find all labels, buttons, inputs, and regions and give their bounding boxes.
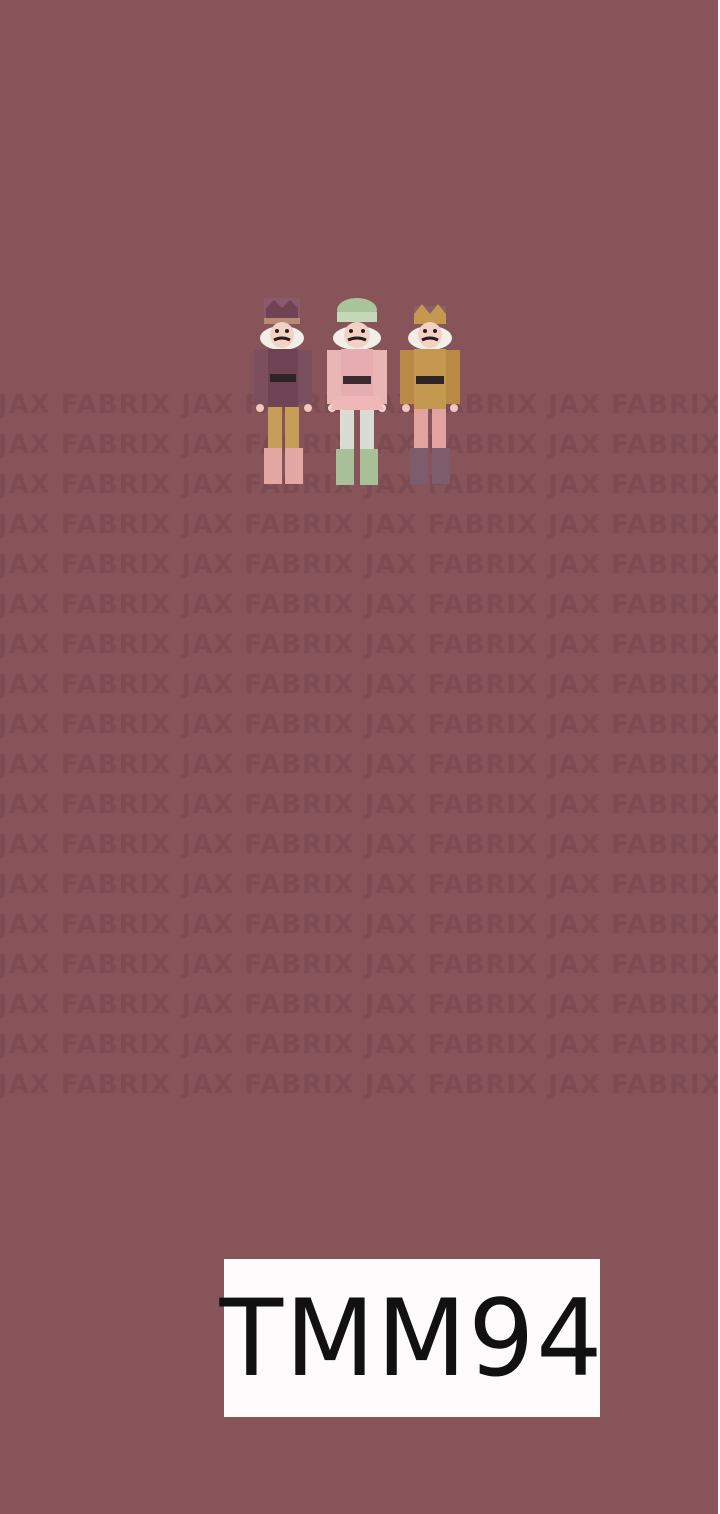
watermark-text: JAX FABRIX JAX FABRIX JAX FABRIX JAX FAB… — [0, 1070, 720, 1100]
watermark-text: JAX FABRIX JAX FABRIX JAX FABRIX JAX FAB… — [0, 670, 720, 700]
pattern-code-label: TMM94 — [219, 1259, 605, 1417]
watermark-text: JAX FABRIX JAX FABRIX JAX FABRIX JAX FAB… — [0, 630, 720, 660]
watermark-pattern: JAX FABRIX JAX FABRIX JAX FABRIX JAX FAB… — [0, 392, 720, 1112]
watermark-text: JAX FABRIX JAX FABRIX JAX FABRIX JAX FAB… — [0, 550, 720, 580]
watermark-text: JAX FABRIX JAX FABRIX JAX FABRIX JAX FAB… — [0, 910, 720, 940]
watermark-text: JAX FABRIX JAX FABRIX JAX FABRIX JAX FAB… — [0, 750, 720, 780]
watermark-text: JAX FABRIX JAX FABRIX JAX FABRIX JAX FAB… — [0, 510, 720, 540]
watermark-text: JAX FABRIX JAX FABRIX JAX FABRIX JAX FAB… — [0, 1030, 720, 1060]
watermark-text: JAX FABRIX JAX FABRIX JAX FABRIX JAX FAB… — [0, 870, 720, 900]
plum-nutcracker — [254, 298, 312, 484]
nutcrackers-illustration — [254, 298, 460, 485]
fabric-panel: JAX FABRIX JAX FABRIX JAX FABRIX JAX FAB… — [0, 0, 720, 1514]
watermark-text: JAX FABRIX JAX FABRIX JAX FABRIX JAX FAB… — [0, 990, 720, 1020]
watermark-text: JAX FABRIX JAX FABRIX JAX FABRIX JAX FAB… — [0, 710, 720, 740]
pattern-code: TMM94 — [219, 1276, 605, 1400]
watermark-text: JAX FABRIX JAX FABRIX JAX FABRIX JAX FAB… — [0, 950, 720, 980]
watermark-text: JAX FABRIX JAX FABRIX JAX FABRIX JAX FAB… — [0, 790, 720, 820]
pink-nutcracker — [327, 298, 387, 485]
watermark-text: JAX FABRIX JAX FABRIX JAX FABRIX JAX FAB… — [0, 590, 720, 620]
gold-nutcracker — [400, 304, 460, 484]
watermark-text: JAX FABRIX JAX FABRIX JAX FABRIX JAX FAB… — [0, 830, 720, 860]
